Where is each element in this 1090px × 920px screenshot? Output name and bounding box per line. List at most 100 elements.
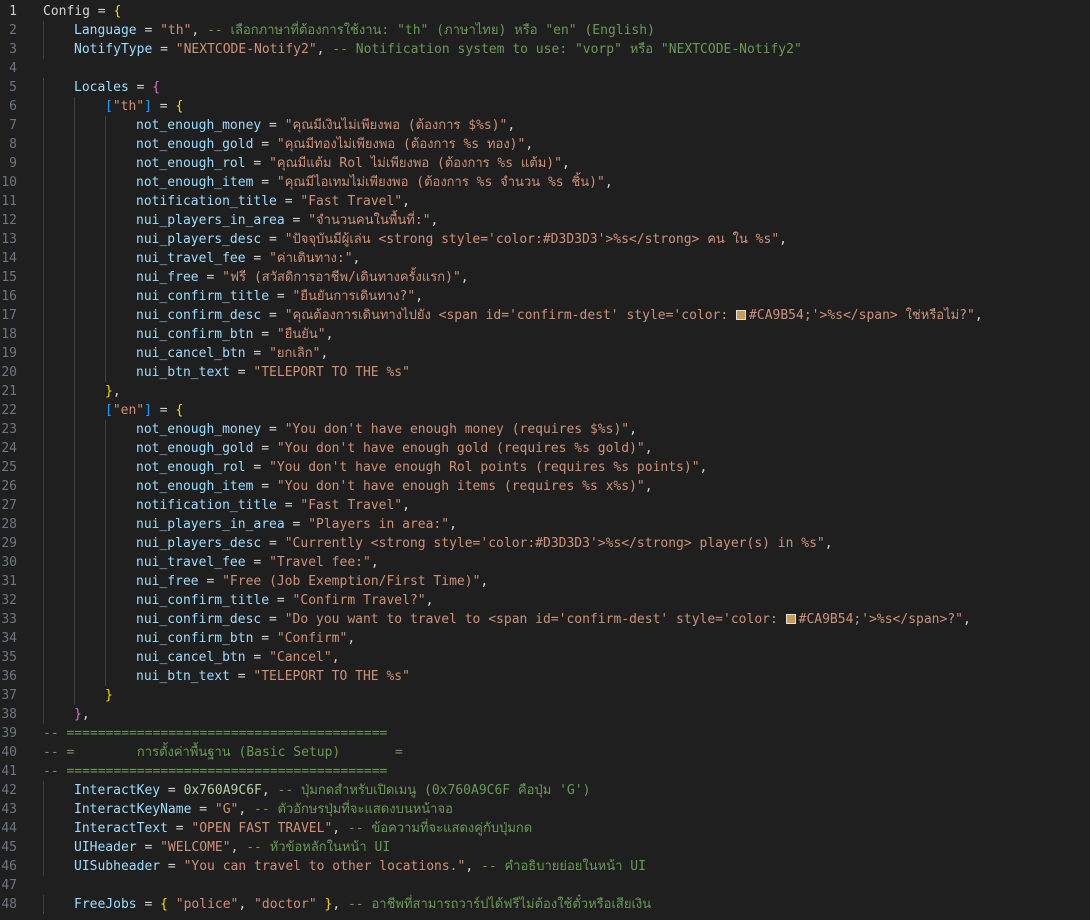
indent-guide <box>74 648 75 667</box>
code-line[interactable]: 27 notification_title = "Fast Travel", <box>0 496 1090 515</box>
code-token: "Players in area:" <box>308 517 450 532</box>
indent-guide <box>43 78 44 97</box>
code-line[interactable]: 23 not_enough_money = "You don't have eno… <box>0 420 1090 439</box>
code-text: not_enough_rol = "You don't have enough … <box>136 458 707 477</box>
code-editor[interactable]: 1 Config = {2 Language = "th", -- เลือกภาษ… <box>0 0 1090 920</box>
indent-guide <box>43 211 44 230</box>
color-swatch-icon[interactable] <box>736 310 747 320</box>
code-line[interactable]: 16 nui_confirm_title = "ยืนยันการเดินทาง?… <box>0 287 1090 306</box>
code-line[interactable]: 35 nui_cancel_btn = "Cancel", <box>0 648 1090 667</box>
code-line[interactable]: 21}, <box>0 382 1090 401</box>
code-token: nui_cancel_btn <box>136 650 246 665</box>
line-number: 1 <box>9 4 17 19</box>
code-line[interactable]: 46 UISubheader = "You can travel to other… <box>0 857 1090 876</box>
code-line[interactable]: 15 nui_free = "ฟรี (สวัสดิการอาชีพ/เดินทา… <box>0 268 1090 287</box>
code-token: , <box>370 555 379 570</box>
code-line[interactable]: 37} <box>0 686 1090 705</box>
code-token: , <box>644 441 653 456</box>
code-line[interactable]: 14 nui_travel_fee = "ค่าเดินทาง:", <box>0 249 1090 268</box>
code-line[interactable]: 13 nui_players_desc = "ปัจจุบันมีผู้เล่น … <box>0 230 1090 249</box>
code-line[interactable]: 32 nui_confirm_title = "Confirm Travel?", <box>0 591 1090 610</box>
code-token: { <box>152 80 161 95</box>
code-line[interactable]: 20 nui_btn_text = "TELEPORT TO THE %s" <box>0 363 1090 382</box>
line-number: 21 <box>1 384 17 399</box>
indent-guide <box>43 515 44 534</box>
code-line[interactable]: 9 not_enough_rol = "คุณมีแต้ม Rol ไม่เพีย… <box>0 154 1090 173</box>
code-token: , <box>460 270 469 285</box>
code-line[interactable]: 28 nui_players_in_area = "Players in area… <box>0 515 1090 534</box>
code-token: "คุณมีเงินไม่เพียงพอ (ต้องการ $%s)" <box>284 118 508 133</box>
code-token: = <box>245 346 270 361</box>
code-line[interactable]: 29 nui_players_desc = "Currently <strong … <box>0 534 1090 553</box>
code-line[interactable]: 2 Language = "th", -- เลือกภาษาที่ต้องการ… <box>0 21 1090 40</box>
code-text: ["th"] = { <box>105 97 183 116</box>
indent-guide <box>74 610 75 629</box>
code-line[interactable]: 34 nui_confirm_btn = "Confirm", <box>0 629 1090 648</box>
code-line[interactable]: 8 not_enough_gold = "คุณมีทองไม่เพียงพอ (… <box>0 135 1090 154</box>
code-token: notification_title <box>136 194 277 209</box>
code-line[interactable]: 24 not_enough_gold = "You don't have enou… <box>0 439 1090 458</box>
code-line[interactable]: 7 not_enough_money = "คุณมีเงินไม่เพียงพอ… <box>0 116 1090 135</box>
code-line[interactable]: 26 not_enough_item = "You don't have enou… <box>0 477 1090 496</box>
code-line[interactable]: 45 UIHeader = "WELCOME", -- หัวข้อหลักในห… <box>0 838 1090 857</box>
code-line[interactable]: 3 NotifyType = "NEXTCODE-Notify2", -- Not… <box>0 40 1090 59</box>
code-line[interactable]: 40 -- = การตั้งค่าพื้นฐาน (Basic Setup) = <box>0 743 1090 762</box>
code-token: "Fast Travel" <box>300 498 403 513</box>
code-line[interactable]: 31 nui_free = "Free (Job Exemption/First … <box>0 572 1090 591</box>
code-token: , <box>974 308 983 323</box>
code-line[interactable]: 43 InteractKeyName = "G", -- ตัวอักษรปุ่ม… <box>0 800 1090 819</box>
code-text: -- = การตั้งค่าพื้นฐาน (Basic Setup) = <box>43 743 403 762</box>
code-line[interactable]: 44 InteractText = "OPEN FAST TRAVEL", -- … <box>0 819 1090 838</box>
code-line[interactable]: 22 ["en"] = { <box>0 401 1090 420</box>
line-number: 2 <box>9 23 17 38</box>
code-line[interactable]: 33 nui_confirm_desc = "Do you want to tra… <box>0 610 1090 629</box>
code-token: = <box>261 308 285 323</box>
code-token: , <box>320 346 329 361</box>
code-line[interactable]: 4 <box>0 59 1090 78</box>
code-token: "Confirm Travel?" <box>292 593 426 608</box>
code-line[interactable]: 1 Config = { <box>0 2 1090 21</box>
code-token: "You don't have enough gold (requires %s… <box>276 441 645 456</box>
color-swatch-icon[interactable] <box>785 614 796 624</box>
code-line[interactable]: 38}, <box>0 705 1090 724</box>
code-line[interactable]: 25 not_enough_rol = "You don't have enoug… <box>0 458 1090 477</box>
code-line[interactable]: 18 nui_confirm_btn = "ยืนยัน", <box>0 325 1090 344</box>
code-line[interactable]: 48 FreeJobs = { "police", "doctor" }, -- … <box>0 895 1090 914</box>
code-token: not_enough_rol <box>136 460 246 475</box>
code-text: } <box>105 686 113 705</box>
code-token: = <box>261 536 285 551</box>
code-token: "G" <box>214 802 239 817</box>
indent-guide <box>105 534 106 553</box>
indent-guide <box>105 553 106 572</box>
code-line[interactable]: 10 not_enough_item = "คุณมีไอเทมไม่เพียงพ… <box>0 173 1090 192</box>
line-number: 23 <box>1 422 17 437</box>
code-token: = <box>136 840 161 855</box>
line-number: 40 <box>1 745 17 760</box>
code-line[interactable]: 47 <box>0 876 1090 895</box>
code-token: FreeJobs <box>74 897 137 912</box>
code-line[interactable]: 41 -- ===================================… <box>0 762 1090 781</box>
code-line[interactable]: 42 InteractKey = 0x760A9C6F, -- ปุ่มกดสำห… <box>0 781 1090 800</box>
code-token: , <box>604 175 613 190</box>
indent-guide <box>43 838 44 857</box>
line-number: 27 <box>1 498 17 513</box>
indent-guide <box>105 192 106 211</box>
code-line[interactable]: 17 nui_confirm_desc = "คุณต้องการเดินทางไ… <box>0 306 1090 325</box>
indent-guide <box>74 686 75 705</box>
code-line[interactable]: 39 -- ===================================… <box>0 724 1090 743</box>
code-token: = <box>198 270 223 285</box>
code-text: NotifyType = "NEXTCODE-Notify2", -- Noti… <box>74 40 802 59</box>
code-token: [ <box>105 99 113 114</box>
line-number: 38 <box>1 707 17 722</box>
indent-guide <box>74 230 75 249</box>
code-line[interactable]: 12 nui_players_in_area = "จำนวนคนในพื้นที… <box>0 211 1090 230</box>
indent-guide <box>105 420 106 439</box>
code-line[interactable]: 19 nui_cancel_btn = "ยกเลิก", <box>0 344 1090 363</box>
code-line[interactable]: 36 nui_btn_text = "TELEPORT TO THE %s" <box>0 667 1090 686</box>
code-line[interactable]: 11 notification_title = "Fast Travel", <box>0 192 1090 211</box>
code-line[interactable]: 30 nui_travel_fee = "Travel fee:", <box>0 553 1090 572</box>
indent-guide <box>43 819 44 838</box>
code-line[interactable]: 5 Locales = { <box>0 78 1090 97</box>
code-line[interactable]: 6 ["th"] = { <box>0 97 1090 116</box>
